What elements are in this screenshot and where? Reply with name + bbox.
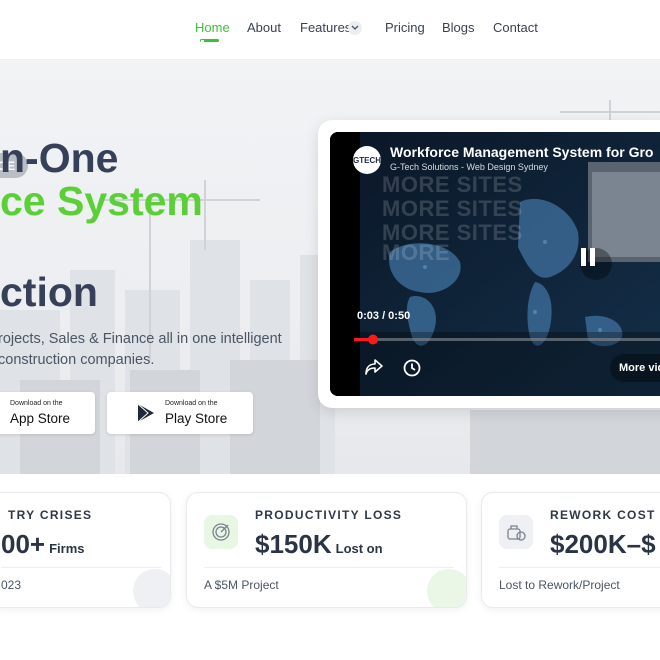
stat-value: 00+ Firms bbox=[1, 529, 85, 560]
video-time: 0:03 / 0:50 bbox=[357, 310, 411, 322]
play-store-button[interactable]: Download on the Play Store bbox=[107, 392, 253, 434]
more-videos-button[interactable]: More vid bbox=[610, 354, 660, 382]
stat-unit: Lost on bbox=[335, 541, 383, 556]
app-store-button[interactable]: Download on the App Store bbox=[0, 392, 95, 434]
stat-unit: Firms bbox=[49, 541, 85, 556]
video-watermark-4: MORE bbox=[382, 240, 450, 265]
stat-number: 00+ bbox=[1, 529, 46, 559]
hero-subtitle-line2: construction companies. bbox=[0, 352, 155, 368]
stat-number: $150K bbox=[255, 529, 332, 559]
video-title[interactable]: Workforce Management System for Gro bbox=[390, 144, 653, 160]
productivity-icon bbox=[204, 515, 238, 549]
stat-footnote: Lost to Rework/Project bbox=[499, 578, 620, 592]
play-store-small-label: Download on the bbox=[165, 400, 218, 407]
video-watermark-1: MORE SITES bbox=[382, 172, 523, 197]
divider bbox=[1, 567, 161, 568]
hero-subtitle: rojects, Sales & Finance all in one inte… bbox=[0, 329, 282, 371]
stat-label: TRY CRISES bbox=[8, 508, 93, 522]
hero-title-line1: n-One bbox=[0, 135, 119, 181]
nav-contact[interactable]: Contact bbox=[493, 20, 538, 35]
stat-number: $200K–$ bbox=[550, 529, 656, 559]
app-store-small-label: Download on the bbox=[10, 400, 63, 407]
stat-value: $200K–$ bbox=[550, 529, 656, 560]
channel-logo[interactable]: GTECH bbox=[353, 146, 381, 174]
stat-card-productivity: PRODUCTIVITY LOSS $150K Lost on A $5M Pro… bbox=[186, 492, 467, 608]
stat-card-rework: REWORK COST $200K–$ Lost to Rework/Proje… bbox=[481, 492, 660, 608]
decorative-circle bbox=[133, 569, 170, 607]
stat-card-industry: TRY CRISES 00+ Firms 023 bbox=[0, 492, 171, 608]
active-indicator-dot bbox=[201, 40, 204, 43]
nav-blogs[interactable]: Blogs bbox=[442, 20, 475, 35]
nav-home[interactable]: Home bbox=[195, 20, 230, 35]
app-store-label: App Store bbox=[10, 411, 71, 426]
stat-label: REWORK COST bbox=[550, 508, 656, 522]
stat-label: PRODUCTIVITY LOSS bbox=[255, 508, 403, 522]
stat-footnote: A $5M Project bbox=[204, 578, 279, 592]
share-icon[interactable] bbox=[365, 359, 383, 375]
decorative-circle bbox=[427, 569, 466, 607]
nav-features[interactable]: Features bbox=[300, 20, 351, 35]
chevron-down-icon[interactable] bbox=[348, 21, 362, 35]
nav-pricing[interactable]: Pricing bbox=[385, 20, 425, 35]
hero-subtitle-line1: rojects, Sales & Finance all in one inte… bbox=[0, 331, 282, 347]
video-player[interactable]: MORE SITES MORE SITES MORE SITES MORE GT… bbox=[330, 132, 660, 396]
nav-about[interactable]: About bbox=[247, 20, 281, 35]
divider bbox=[499, 567, 660, 568]
top-navigation: Home About Features Pricing Blogs Contac… bbox=[0, 0, 660, 60]
video-progress-knob bbox=[367, 334, 378, 345]
pause-icon[interactable] bbox=[580, 248, 612, 280]
hero-title-line3: ction bbox=[0, 269, 98, 315]
video-channel[interactable]: G-Tech Solutions - Web Design Sydney bbox=[390, 162, 548, 172]
stat-value: $150K Lost on bbox=[255, 529, 383, 560]
clock-icon[interactable] bbox=[403, 359, 421, 377]
play-store-label: Play Store bbox=[165, 411, 228, 426]
divider bbox=[204, 567, 454, 568]
hero-title-line2: ce System bbox=[0, 178, 203, 224]
stat-footnote: 023 bbox=[1, 578, 22, 592]
rework-icon bbox=[499, 515, 533, 549]
play-store-icon bbox=[137, 403, 154, 423]
video-watermark-2: MORE SITES bbox=[382, 196, 523, 221]
